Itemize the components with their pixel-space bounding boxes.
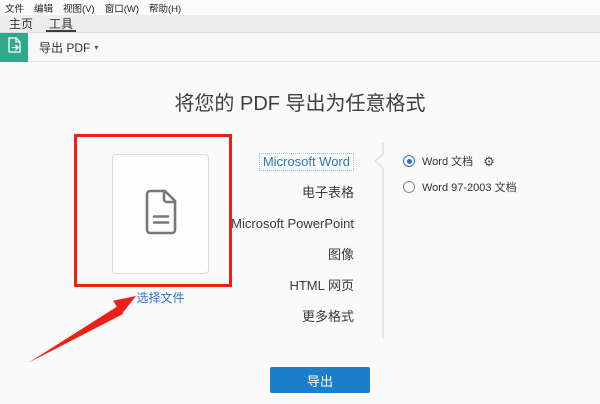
tab-tools[interactable]: 工具 [49, 15, 73, 32]
format-item-more[interactable]: 更多格式 [228, 307, 354, 327]
file-drop-zone[interactable] [112, 154, 209, 274]
menu-window[interactable]: 窗口(W) [105, 1, 139, 15]
menu-edit[interactable]: 编辑 [34, 1, 53, 15]
format-item-word[interactable]: Microsoft Word [228, 152, 354, 172]
tab-home[interactable]: 主页 [9, 15, 33, 32]
export-pdf-icon [5, 36, 23, 59]
format-item-image[interactable]: 图像 [228, 245, 354, 265]
radio-word-97-2003[interactable]: Word 97-2003 文档 [403, 179, 517, 195]
menubar: 文件 编辑 视图(V) 窗口(W) 帮助(H) [0, 0, 600, 15]
word-options-group: Word 文档 ⚙ Word 97-2003 文档 [403, 153, 517, 205]
radio-unselected-icon[interactable] [403, 181, 415, 193]
gear-icon[interactable]: ⚙ [483, 155, 495, 168]
menu-view[interactable]: 视图(V) [63, 1, 95, 15]
menu-help[interactable]: 帮助(H) [149, 1, 181, 15]
format-item-html[interactable]: HTML 网页 [228, 276, 354, 296]
chevron-down-icon: ▾ [94, 43, 98, 52]
export-pdf-tool-button[interactable] [0, 33, 28, 62]
choose-file-link[interactable]: 选择文件 [112, 289, 209, 306]
menu-file[interactable]: 文件 [5, 1, 24, 15]
radio-word-doc[interactable]: Word 文档 ⚙ [403, 153, 517, 169]
ribbon-tabs: 主页 工具 [0, 15, 600, 33]
export-pdf-window: 文件 编辑 视图(V) 窗口(W) 帮助(H) 主页 工具 导出 PDF ▾ 将… [0, 0, 600, 404]
format-item-powerpoint[interactable]: Microsoft PowerPoint [228, 214, 354, 234]
toolbar: 导出 PDF ▾ [0, 33, 600, 62]
format-item-spreadsheet[interactable]: 电子表格 [228, 183, 354, 203]
export-pdf-dropdown[interactable]: 导出 PDF ▾ [39, 39, 98, 56]
file-icon [142, 189, 180, 240]
export-button[interactable]: 导出 [270, 367, 370, 393]
format-divider [372, 142, 388, 340]
page-title: 将您的 PDF 导出为任意格式 [0, 87, 600, 116]
format-list: Microsoft Word 电子表格 Microsoft PowerPoint… [228, 152, 354, 338]
radio-selected-icon[interactable] [403, 155, 415, 167]
